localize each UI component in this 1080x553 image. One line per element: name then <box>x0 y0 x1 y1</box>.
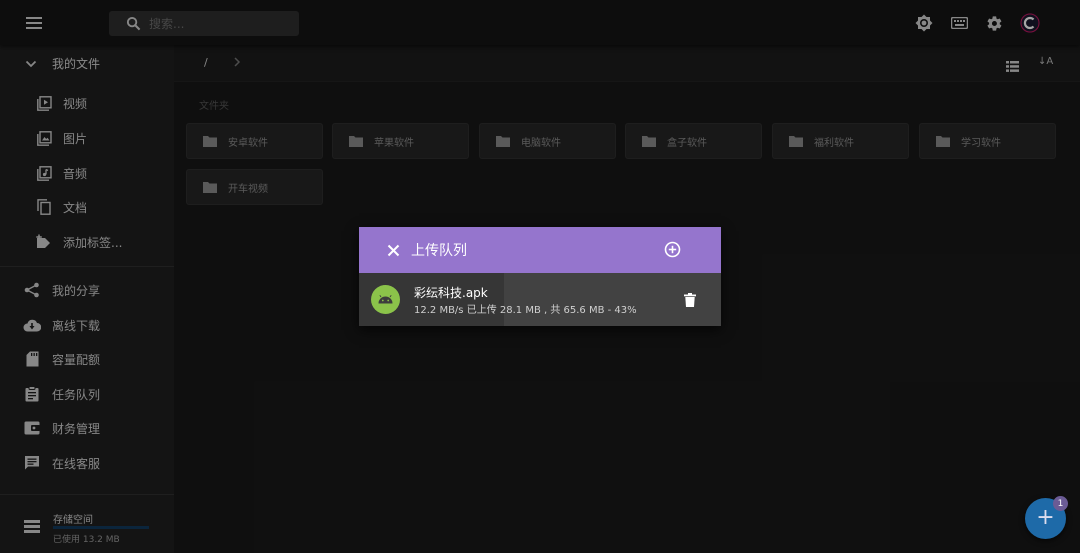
dialog-header: 上传队列 <box>359 227 721 273</box>
android-icon <box>371 285 400 314</box>
upload-item: 彩纭科技.apk 12.2 MB/s 已上传 28.1 MB , 共 65.6 … <box>359 273 721 326</box>
upload-queue-dialog: 上传队列 彩纭科技.apk 12.2 MB/s 已上传 28.1 MB , 共 … <box>359 227 721 326</box>
add-circle-icon[interactable] <box>664 241 681 258</box>
add-fab-button[interactable]: + 1 <box>1025 496 1068 539</box>
plus-icon: + <box>1036 504 1055 530</box>
delete-icon[interactable] <box>684 292 698 307</box>
close-icon[interactable] <box>387 242 401 257</box>
dialog-title: 上传队列 <box>411 243 467 259</box>
upload-filename: 彩纭科技.apk <box>414 286 488 300</box>
fab-badge: 1 <box>1053 496 1068 511</box>
upload-status: 12.2 MB/s 已上传 28.1 MB , 共 65.6 MB - 43% <box>414 305 637 316</box>
